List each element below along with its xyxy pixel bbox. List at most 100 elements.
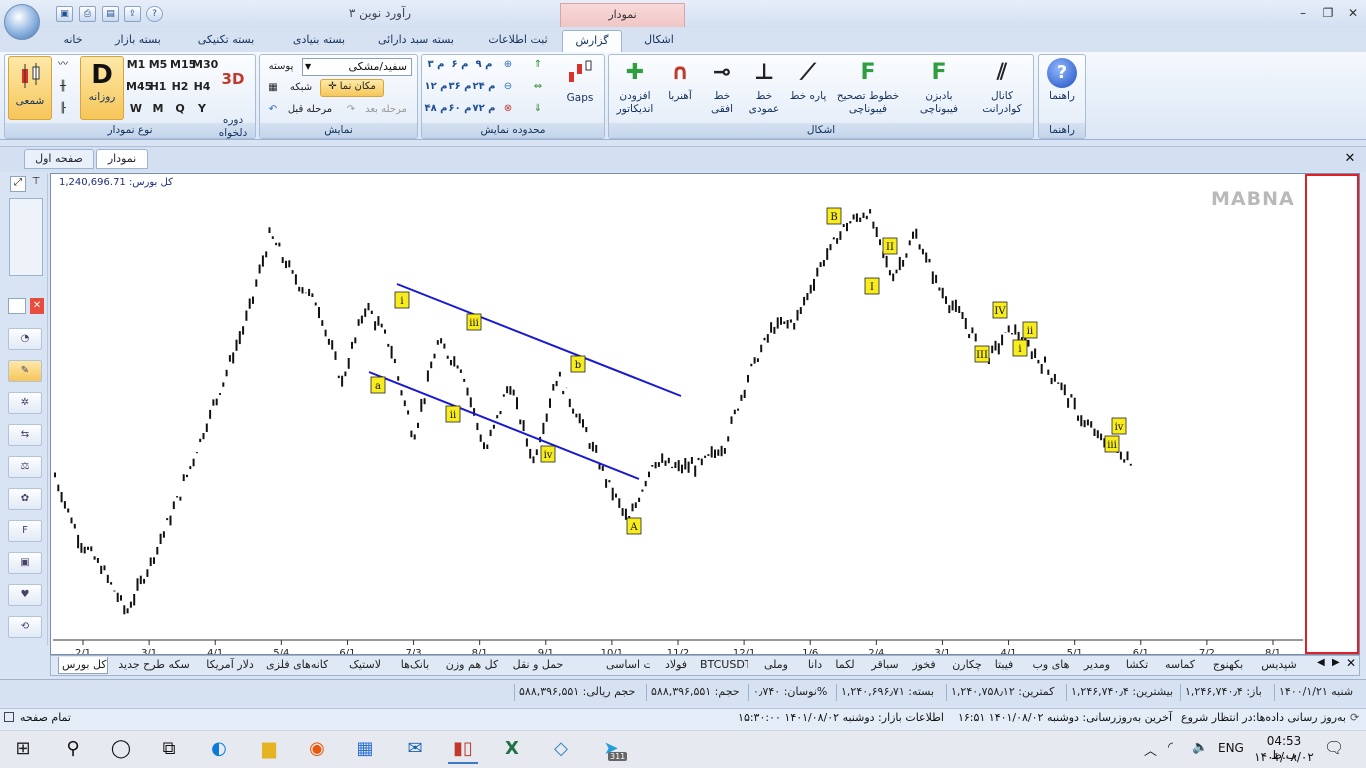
task-view-icon[interactable]: ⧉ [154,734,184,764]
symbol-tab[interactable]: کل هم وزن [444,657,500,674]
symbol-tab[interactable]: شپدیس [1258,657,1300,674]
fullscreen-label[interactable]: تمام صفحه [20,711,71,724]
tab-ribbon-5[interactable]: ثبت اطلاعات [480,30,556,52]
tool-text-icon[interactable]: F [8,520,42,542]
range-button[interactable]: ۶۰ م [448,102,472,116]
grid-label[interactable]: شبکه [284,81,318,95]
range-button[interactable]: ۶ م [448,58,472,72]
tab-ribbon-6[interactable]: گزارش [562,30,622,52]
print-preview-icon[interactable]: ▤ [102,6,119,22]
symbol-tab[interactable]: ومدیر [1082,657,1112,674]
symbol-tab[interactable]: وملی [762,657,790,674]
firefox-icon[interactable]: ◉ [302,734,332,764]
tool-ruler-icon[interactable]: ⚖ [8,456,42,478]
skin-select[interactable]: سفید/مشکی ▼ [302,58,412,76]
symbol-tab[interactable]: فلزات اساسی [606,657,650,674]
fullscreen-checkbox[interactable] [4,712,14,722]
symbol-tab[interactable]: فیبتا [990,657,1018,674]
tool-measure-icon[interactable]: ◔ [8,328,42,350]
candle-chart-button[interactable]: شمعی [8,56,52,120]
symbol-tab[interactable]: کانه‌های فلزی [266,657,328,674]
tray-chevron-icon[interactable]: ︿ [1144,740,1157,759]
timeframe-button[interactable]: M45 [126,80,152,94]
timeframe-button[interactable]: M5 [148,58,168,72]
color-box[interactable] [8,298,26,314]
help-icon[interactable]: ? [146,6,163,22]
tab-ribbon-1[interactable]: بسته بازار [108,30,168,52]
timeframe-button[interactable]: M30 [192,58,218,72]
fibonacci-retracement-button[interactable]: F خطوط تصحیح فیبوناچی [832,58,904,122]
symbol-tab[interactable]: چکارن [950,657,984,674]
timeframe-button[interactable]: Y [192,102,212,116]
horizontal-line-button[interactable]: ⊸ خط افقی [702,58,742,122]
mail-icon[interactable]: ✉ [400,734,430,764]
symbol-tab[interactable]: فخوز [912,657,936,674]
magnet-button[interactable]: ∩ آهنربا [660,58,700,122]
close-button[interactable]: ✕ [1342,4,1364,22]
scroll-right-icon[interactable]: ▶ [1332,657,1340,668]
grid-icon[interactable]: ▦ [264,81,282,95]
tool-flower-icon[interactable]: ✿ [8,488,42,510]
context-tab-chart[interactable]: نمودار [560,3,685,27]
range-button[interactable]: ۲۴ م [472,80,496,94]
symbol-tab[interactable]: BTCUSDT [700,657,748,674]
windows-start-icon[interactable]: ⊞ [8,734,38,764]
scroll-up-icon[interactable]: ⇑ [528,58,548,72]
tab-home-page[interactable]: صفحه اول [24,149,94,169]
symbol-tab[interactable]: تکشا [1124,657,1150,674]
pin-icon[interactable]: ⊤ [28,176,44,192]
clock-date[interactable]: ۱۴۰۱/۰۸/۰۲ [1252,750,1316,764]
zoom-out-icon[interactable]: ⊖ [498,80,518,94]
timeframe-button[interactable]: M1 [126,58,146,72]
range-button[interactable]: ۹ م [472,58,496,72]
symbol-tab[interactable]: بکهنوج [1210,657,1246,674]
redo-icon[interactable]: ↷ [342,103,360,117]
tool-heart-icon[interactable]: ♥ [8,584,42,606]
cursor-button[interactable]: ✛ مکان نما [320,79,384,97]
symbol-tab[interactable]: سکه طرح جدید [118,657,190,674]
restore-button[interactable]: ❐ [1317,4,1339,22]
timeframe-button[interactable]: M [148,102,168,116]
ohlc-icon[interactable]: ╫ [55,80,71,94]
tool-select-icon[interactable]: ⤢ [10,176,26,192]
symbol-tab[interactable]: کماسه [1162,657,1198,674]
range-button[interactable]: ۴۸ م [424,102,448,116]
tab-chart[interactable]: نمودار [96,149,148,169]
timeframe-button[interactable]: W [126,102,146,116]
symbol-tab[interactable]: کل بورس [58,657,108,674]
excel-icon[interactable]: X [497,734,527,764]
fibonacci-fan-button[interactable]: F بادبزن فیبوناچی [906,58,972,122]
edge-icon[interactable]: ◐ [204,734,234,764]
price-chart[interactable]: 2/1 3/1 4/1 5/4 6/1 7/3 8/1 9/1 10/1 11/2 12/1 1/6 2… [51,174,1359,654]
bar-chart-icon[interactable]: 〰 [55,58,71,72]
wifi-icon[interactable]: ◜ [1168,740,1173,755]
file-explorer-icon[interactable]: ▆ [254,734,284,764]
save-icon[interactable]: ▣ [56,6,73,22]
symbol-tab[interactable]: دلار آمریکا [204,657,256,674]
tab-ribbon-0[interactable]: خانه [60,30,86,52]
quadrant-channel-button[interactable]: ⫽ کانال کوادرانت [974,58,1030,122]
range-button[interactable]: ۳ م [424,58,448,72]
scroll-left-icon[interactable]: ◀ [1317,657,1325,668]
tool-refresh-icon[interactable]: ⟲ [8,616,42,638]
line-icon[interactable]: ╟ [55,102,71,116]
zoom-reset-icon[interactable]: ⊗ [498,102,518,116]
help-button[interactable]: ? راهنما [1041,58,1083,118]
undo-icon[interactable]: ↶ [264,103,282,117]
notifications-icon[interactable]: 🗨 [1324,738,1344,757]
tool-arrows-icon[interactable]: ⇆ [8,424,42,446]
range-button[interactable]: ۷۲ م [472,102,496,116]
tool-draw-icon[interactable]: ✎ [8,360,42,382]
export-icon[interactable]: ⇪ [124,6,141,22]
timeframe-button[interactable]: Q [170,102,190,116]
symbol-tab[interactable]: بانک‌ها [398,657,432,674]
symbol-tab[interactable]: لکما [834,657,856,674]
cortana-icon[interactable]: ◯ [106,734,136,764]
tool-list[interactable] [9,198,43,276]
vertical-line-button[interactable]: ⊥ خط عمودی [744,58,784,122]
volume-icon[interactable]: 🔈 [1192,740,1208,755]
custom-period-button[interactable]: 3D دوره دلخواه [212,60,254,140]
minimize-button[interactable]: – [1292,4,1314,22]
symbol-tab[interactable]: فولاد [662,657,690,674]
zoom-in-icon[interactable]: ⊕ [498,58,518,72]
